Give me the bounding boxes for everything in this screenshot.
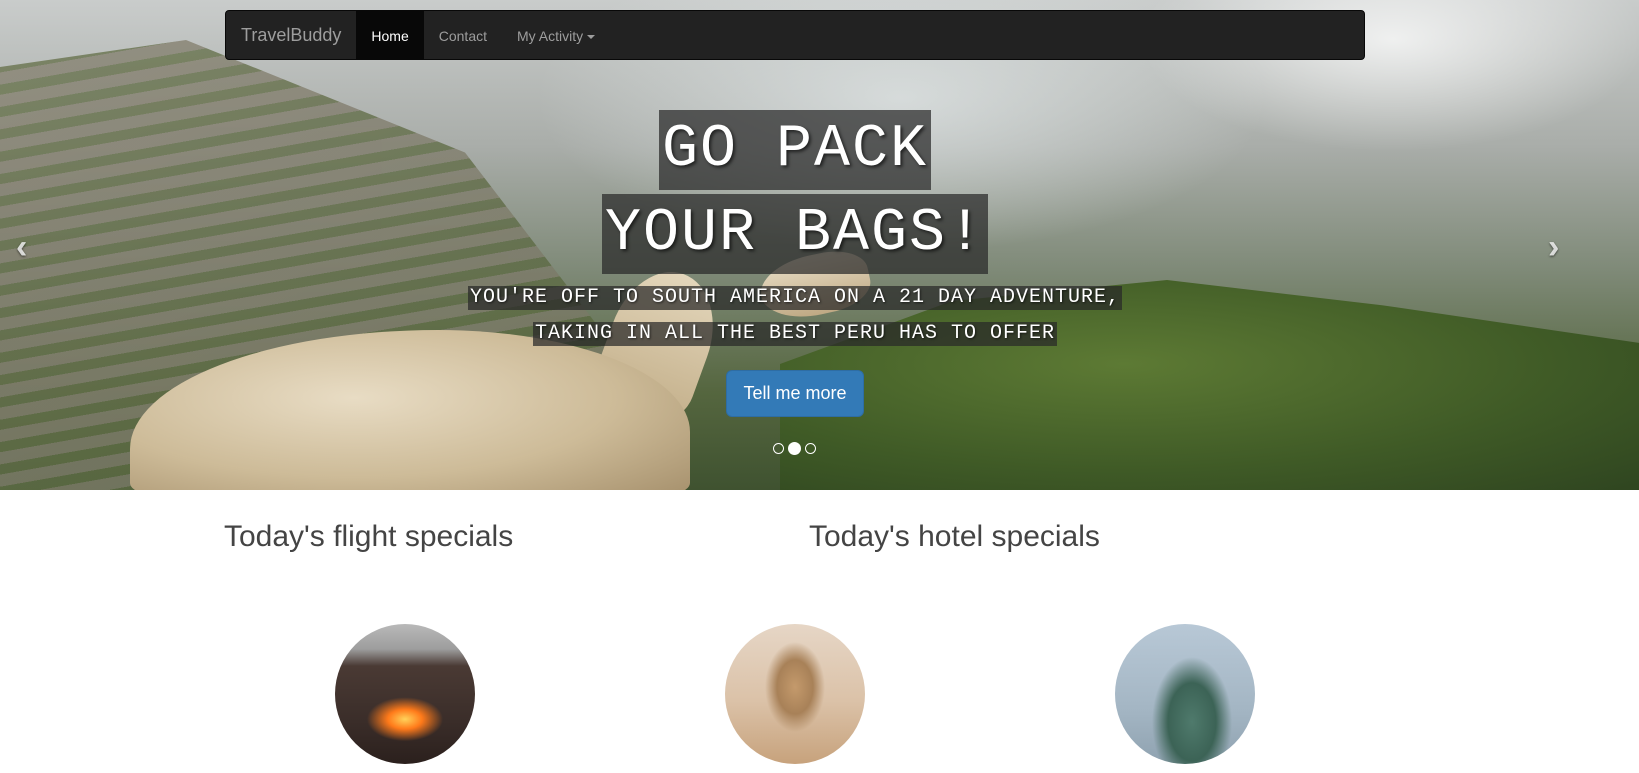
carousel-prev-chevron-icon[interactable]: ‹: [16, 228, 27, 267]
hotel-specials-heading: Today's hotel specials: [809, 520, 1100, 553]
carousel-indicator-1[interactable]: [773, 443, 784, 454]
hero-headline-line2: YOUR BAGS!: [601, 194, 989, 274]
hero-headline-line1: GO PACK: [658, 110, 932, 190]
hero-subtitle-line2: TAKING IN ALL THE BEST PERU HAS TO OFFER: [532, 322, 1058, 346]
nav-contact[interactable]: Contact: [424, 11, 502, 59]
carousel-next-chevron-icon[interactable]: ›: [1548, 228, 1559, 267]
hero-caption: GO PACK YOUR BAGS! YOU'RE OFF TO SOUTH A…: [0, 110, 1590, 417]
nav-home-label: Home: [371, 28, 409, 44]
sphinx-thumbnail[interactable]: [725, 624, 865, 764]
nav-my-activity-label: My Activity: [517, 28, 584, 44]
caret-down-icon: [587, 35, 596, 40]
volcano-lava-thumbnail[interactable]: [335, 624, 475, 764]
navbar: TravelBuddy Home Contact My Activity: [225, 10, 1365, 60]
carousel-indicators: [773, 442, 816, 455]
hero-carousel: GO PACK YOUR BAGS! YOU'RE OFF TO SOUTH A…: [0, 0, 1639, 490]
nav-my-activity-dropdown[interactable]: My Activity: [502, 11, 610, 59]
nav-home[interactable]: Home: [356, 11, 424, 59]
brand-logo-link[interactable]: TravelBuddy: [226, 10, 356, 60]
statue-thumbnail[interactable]: [1115, 624, 1255, 764]
tell-me-more-button[interactable]: Tell me more: [726, 370, 864, 417]
flight-specials-heading: Today's flight specials: [224, 520, 514, 553]
nav-contact-label: Contact: [438, 28, 487, 44]
hero-subtitle-line1: YOU'RE OFF TO SOUTH AMERICA ON A 21 DAY …: [467, 286, 1123, 310]
carousel-indicator-2[interactable]: [788, 442, 801, 455]
carousel-indicator-3[interactable]: [805, 443, 816, 454]
